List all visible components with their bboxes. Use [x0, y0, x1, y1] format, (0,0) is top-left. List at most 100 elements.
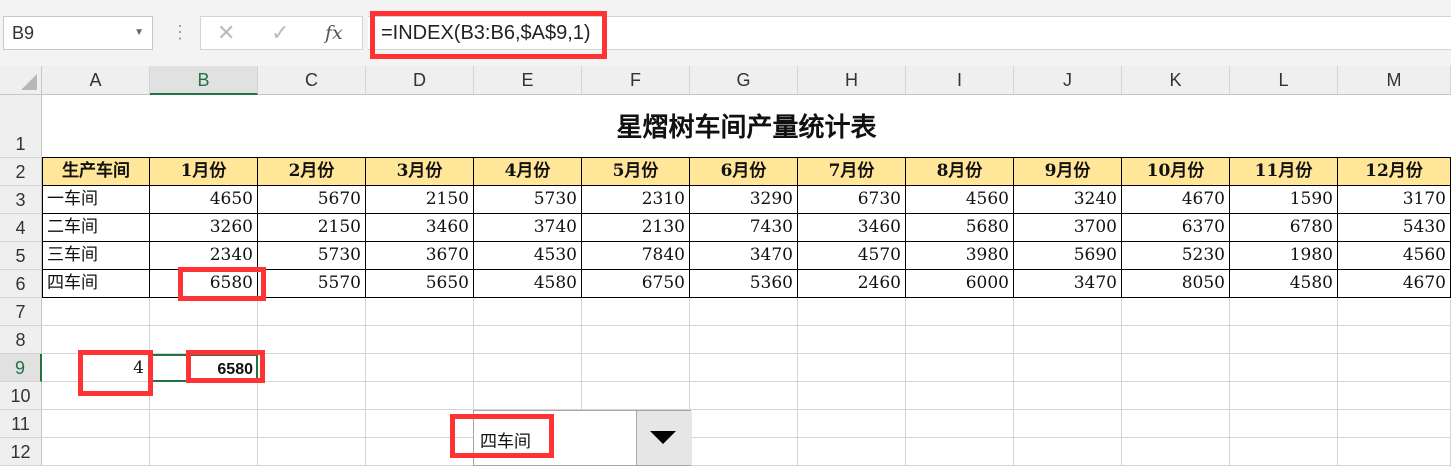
empty-cell[interactable] — [150, 410, 258, 438]
empty-cell[interactable] — [582, 382, 690, 410]
empty-cell[interactable] — [1014, 382, 1122, 410]
data-cell[interactable]: 1590 — [1230, 186, 1338, 214]
data-cell[interactable]: 2310 — [582, 186, 690, 214]
data-cell[interactable]: 一车间 — [42, 186, 150, 214]
data-cell[interactable]: 8050 — [1122, 270, 1230, 298]
data-cell[interactable]: 5230 — [1122, 242, 1230, 270]
empty-cell[interactable] — [906, 438, 1014, 466]
data-cell[interactable]: 4530 — [474, 242, 582, 270]
row-header-8[interactable]: 8 — [0, 326, 42, 354]
empty-cell[interactable] — [906, 354, 1014, 382]
empty-cell[interactable] — [42, 438, 150, 466]
row-header-11[interactable]: 11 — [0, 410, 42, 438]
data-cell[interactable]: 5730 — [258, 242, 366, 270]
header-cell[interactable]: 8月份 — [906, 158, 1014, 186]
empty-cell[interactable] — [258, 382, 366, 410]
empty-cell[interactable] — [258, 354, 366, 382]
data-cell[interactable]: 3460 — [366, 214, 474, 242]
data-cell[interactable]: 6750 — [582, 270, 690, 298]
data-cell[interactable]: 4580 — [474, 270, 582, 298]
data-cell[interactable]: 3470 — [1014, 270, 1122, 298]
empty-cell[interactable] — [582, 354, 690, 382]
empty-cell[interactable] — [690, 326, 798, 354]
empty-cell[interactable] — [150, 298, 258, 326]
data-cell[interactable]: 二车间 — [42, 214, 150, 242]
data-cell[interactable]: 四车间 — [42, 270, 150, 298]
empty-cell[interactable] — [1338, 438, 1451, 466]
empty-cell[interactable] — [1122, 410, 1230, 438]
empty-cell[interactable] — [906, 326, 1014, 354]
empty-cell[interactable] — [1122, 298, 1230, 326]
header-cell[interactable]: 7月份 — [798, 158, 906, 186]
column-header-j[interactable]: J — [1014, 66, 1122, 95]
data-cell[interactable]: 3980 — [906, 242, 1014, 270]
empty-cell[interactable] — [1338, 354, 1451, 382]
enter-icon[interactable]: ✓ — [271, 17, 289, 49]
empty-cell[interactable] — [690, 438, 798, 466]
data-cell[interactable]: 6730 — [798, 186, 906, 214]
row-header-7[interactable]: 7 — [0, 298, 42, 326]
data-cell[interactable]: 3470 — [690, 242, 798, 270]
header-cell[interactable]: 6月份 — [690, 158, 798, 186]
select-all-button[interactable] — [0, 66, 42, 95]
empty-cell[interactable] — [150, 382, 258, 410]
row-header-6[interactable]: 6 — [0, 270, 42, 298]
empty-cell[interactable] — [258, 326, 366, 354]
data-cell[interactable]: 4670 — [1338, 270, 1451, 298]
row-header-2[interactable]: 2 — [0, 158, 42, 186]
column-header-m[interactable]: M — [1338, 66, 1451, 95]
data-cell[interactable]: 3460 — [798, 214, 906, 242]
empty-cell[interactable] — [1014, 326, 1122, 354]
name-box[interactable]: B9 ▼ — [3, 16, 153, 50]
chevron-down-icon[interactable]: ▼ — [134, 17, 144, 49]
empty-cell[interactable] — [798, 298, 906, 326]
data-cell[interactable]: 6780 — [1230, 214, 1338, 242]
column-header-i[interactable]: I — [906, 66, 1014, 95]
empty-cell[interactable] — [474, 354, 582, 382]
data-cell[interactable]: 2150 — [258, 214, 366, 242]
data-cell[interactable]: 3740 — [474, 214, 582, 242]
data-cell[interactable]: 5570 — [258, 270, 366, 298]
row-header-4[interactable]: 4 — [0, 214, 42, 242]
data-cell[interactable]: 5670 — [258, 186, 366, 214]
row-header-12[interactable]: 12 — [0, 438, 42, 466]
data-cell[interactable]: 4570 — [798, 242, 906, 270]
header-cell[interactable]: 10月份 — [1122, 158, 1230, 186]
empty-cell[interactable] — [258, 410, 366, 438]
data-cell[interactable]: 6370 — [1122, 214, 1230, 242]
empty-cell[interactable] — [258, 298, 366, 326]
column-header-g[interactable]: G — [690, 66, 798, 95]
data-cell[interactable]: 1980 — [1230, 242, 1338, 270]
row-header-9[interactable]: 9 — [0, 354, 42, 382]
data-cell[interactable]: 3240 — [1014, 186, 1122, 214]
data-cell[interactable]: 3290 — [690, 186, 798, 214]
empty-cell[interactable] — [690, 382, 798, 410]
empty-cell[interactable] — [798, 382, 906, 410]
data-cell[interactable]: 5360 — [690, 270, 798, 298]
header-cell[interactable]: 1月份 — [150, 158, 258, 186]
empty-cell[interactable] — [1014, 354, 1122, 382]
header-cell[interactable]: 9月份 — [1014, 158, 1122, 186]
empty-cell[interactable] — [1230, 438, 1338, 466]
empty-cell[interactable] — [1014, 410, 1122, 438]
empty-cell[interactable] — [1230, 326, 1338, 354]
data-cell[interactable]: 2130 — [582, 214, 690, 242]
empty-cell[interactable] — [798, 438, 906, 466]
data-cell[interactable]: 5690 — [1014, 242, 1122, 270]
header-cell[interactable]: 11月份 — [1230, 158, 1338, 186]
column-header-h[interactable]: H — [798, 66, 906, 95]
data-cell[interactable]: 5650 — [366, 270, 474, 298]
column-header-d[interactable]: D — [366, 66, 474, 95]
data-cell[interactable]: 2460 — [798, 270, 906, 298]
empty-cell[interactable] — [366, 354, 474, 382]
header-cell[interactable]: 12月份 — [1338, 158, 1451, 186]
data-cell[interactable]: 4650 — [150, 186, 258, 214]
data-cell[interactable]: 5430 — [1338, 214, 1451, 242]
empty-cell[interactable] — [474, 382, 582, 410]
data-cell[interactable]: 3700 — [1014, 214, 1122, 242]
column-header-a[interactable]: A — [42, 66, 150, 95]
data-cell[interactable]: 6000 — [906, 270, 1014, 298]
empty-cell[interactable] — [1014, 438, 1122, 466]
empty-cell[interactable] — [1230, 354, 1338, 382]
data-cell[interactable]: 3260 — [150, 214, 258, 242]
